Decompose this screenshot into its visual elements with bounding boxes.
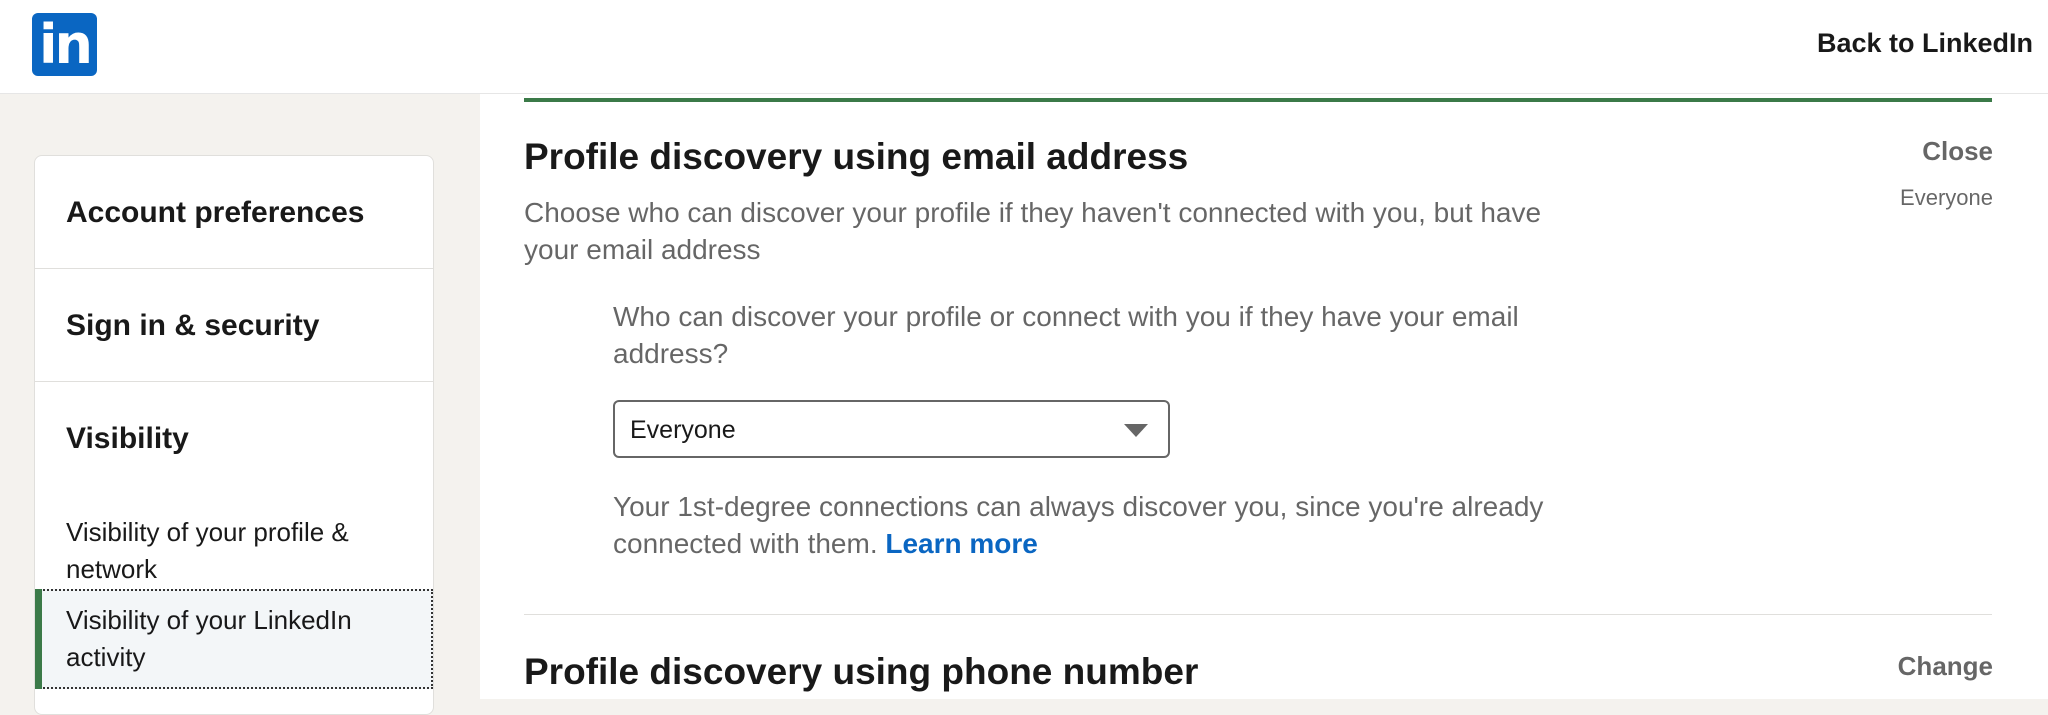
sidebar-item-label: Visibility	[66, 422, 189, 455]
caret-down-icon	[1124, 424, 1148, 437]
sidebar-item-visibility[interactable]: Visibility	[35, 382, 433, 495]
top-bar: in Back to LinkedIn	[0, 0, 2048, 94]
section-title-email-discovery: Profile discovery using email address	[524, 136, 1189, 177]
sidebar-subitem-profile-network-visibility[interactable]: Visibility of your profile & network	[35, 505, 433, 601]
close-button[interactable]: Close	[1922, 136, 1993, 167]
settings-main-panel: Profile discovery using email address Cl…	[480, 94, 2048, 699]
change-button[interactable]: Change	[1898, 651, 1993, 682]
section-divider-accent	[524, 98, 1992, 102]
note-text: Your 1st-degree connections can always d…	[613, 491, 1544, 559]
sidebar-item-label: Account preferences	[66, 196, 365, 229]
settings-sidebar: Account preferences Sign in & security V…	[34, 155, 434, 715]
sidebar-item-account-preferences[interactable]: Account preferences	[35, 156, 433, 269]
connections-note: Your 1st-degree connections can always d…	[613, 488, 1633, 562]
section-description: Choose who can discover your profile if …	[524, 197, 1542, 265]
discovery-dropdown[interactable]: Everyone	[613, 400, 1170, 458]
dropdown-selected-value: Everyone	[630, 416, 736, 444]
learn-more-link[interactable]: Learn more	[885, 528, 1038, 559]
sidebar-item-label: Sign in & security	[66, 309, 320, 342]
section-title-phone-discovery: Profile discovery using phone number	[524, 651, 1199, 692]
active-indicator	[35, 589, 42, 689]
sidebar-item-sign-in-security[interactable]: Sign in & security	[35, 269, 433, 382]
section-divider	[524, 614, 1992, 615]
sidebar-subitem-label: Visibility of your LinkedIn activity	[66, 605, 352, 672]
linkedin-logo-icon[interactable]: in	[32, 13, 97, 76]
sidebar-subitem-linkedin-activity-visibility[interactable]: Visibility of your LinkedIn activity	[35, 589, 433, 689]
current-setting-value: Everyone	[1900, 185, 1993, 210]
setting-question: Who can discover your profile or connect…	[613, 301, 1519, 369]
back-to-linkedin-link[interactable]: Back to LinkedIn	[1817, 28, 2033, 59]
sidebar-subitem-label: Visibility of your profile & network	[66, 517, 349, 584]
